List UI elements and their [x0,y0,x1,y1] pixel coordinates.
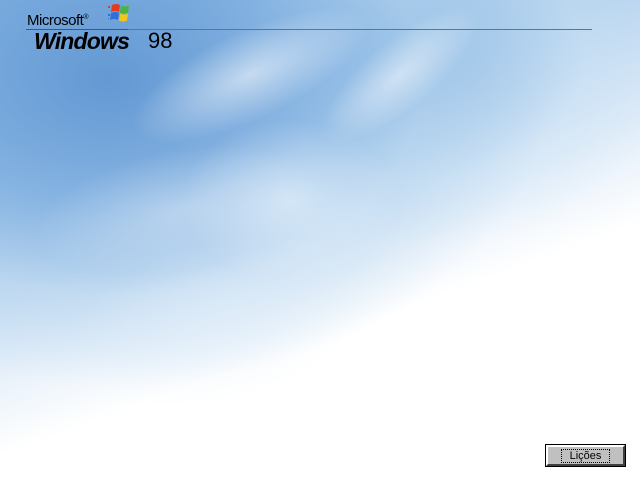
lessons-button[interactable]: Lições [545,444,626,467]
cloud-highlight [180,120,400,280]
header-rule [26,29,592,30]
windows-flag-icon [108,4,129,22]
microsoft-wordmark: Microsoft® [27,12,89,29]
cloud-highlight [44,201,396,439]
version-number: 98 [148,28,173,53]
windows-98-logo: Microsoft® Windows 98 [24,2,194,54]
lessons-button-label: Lições [560,448,611,463]
cloud-highlight [300,0,500,167]
welcome-screen: Microsoft® Windows 98 Lições [0,0,640,480]
windows-wordmark: Windows [34,28,130,54]
cloud-highlight [21,124,339,296]
